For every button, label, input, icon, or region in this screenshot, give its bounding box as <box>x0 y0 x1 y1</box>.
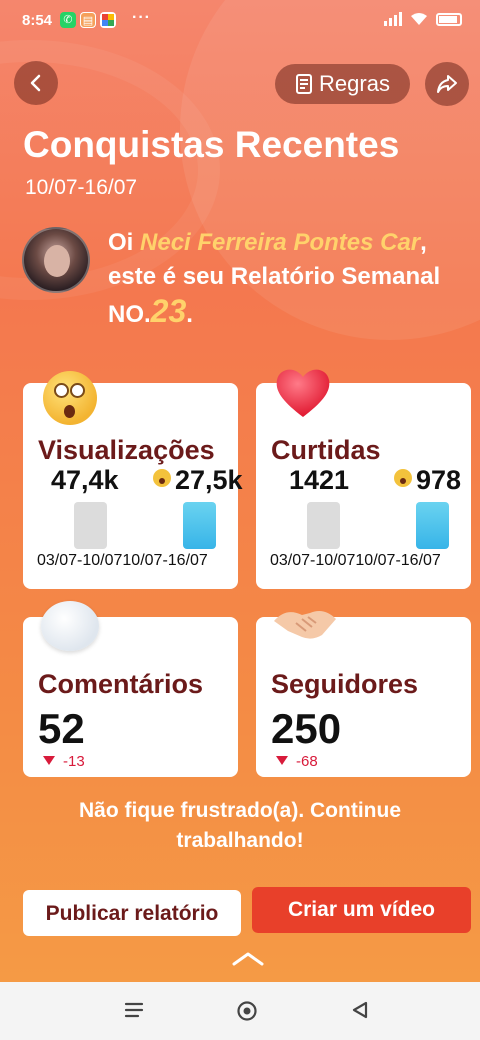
likes-curr-bar <box>416 502 449 549</box>
likes-card[interactable]: Curtidas 1421 978 03/07-10/0710/07-16/07 <box>256 369 471 589</box>
views-card[interactable]: Visualizações 47,4k 27,5k 03/07-10/0710/… <box>23 371 243 589</box>
views-curr-value: 27,5k <box>175 465 243 495</box>
signal-icon <box>384 12 402 26</box>
rules-label: Regras <box>319 71 390 96</box>
greeting-text: Oi Neci Ferreira Pontes Car, este é seu … <box>108 226 468 332</box>
views-bar-dates: 03/07-10/0710/07-16/07 <box>37 552 208 570</box>
status-right <box>384 12 462 26</box>
views-stats: 47,4k 27,5k <box>23 465 243 499</box>
views-prev-bar <box>74 502 107 549</box>
whatsapp-icon: ✆ <box>60 12 76 28</box>
comments-label: Comentários <box>38 669 204 699</box>
likes-prev-bar <box>307 502 340 549</box>
greeting-prefix: Oi <box>108 229 141 256</box>
heart-icon <box>276 369 330 417</box>
notification-icons: ✆ ▤ <box>60 12 116 28</box>
down-arrow-icon <box>43 756 55 765</box>
views-curr-dates: 10/07-16/07 <box>122 552 208 569</box>
followers-delta: -68 <box>276 753 318 770</box>
comments-delta: -13 <box>43 753 85 770</box>
status-bar: 8:54 ✆ ▤ ··· <box>0 0 480 44</box>
create-video-label: Criar um vídeo <box>287 898 436 921</box>
surprised-emoji-icon <box>43 371 97 425</box>
wifi-icon <box>411 13 427 25</box>
system-nav-bar <box>0 982 480 1040</box>
down-arrow-icon <box>276 756 288 765</box>
more-notifications-icon: ··· <box>132 9 151 26</box>
app-notification-icon: ▤ <box>80 12 96 28</box>
photos-icon <box>100 12 116 28</box>
user-name: Neci Ferreira Pontes Car <box>140 229 421 256</box>
home-icon[interactable] <box>236 1000 258 1022</box>
share-button[interactable] <box>425 62 469 106</box>
document-icon <box>296 74 313 94</box>
followers-delta-value: -68 <box>296 753 318 770</box>
page-title: Conquistas Recentes <box>23 124 400 165</box>
report-date-range: 10/07-16/07 <box>25 176 138 199</box>
views-curr-bar <box>183 502 216 549</box>
greeting-suffix: . <box>186 301 193 328</box>
followers-label: Seguidores <box>271 669 419 699</box>
likes-label: Curtidas <box>271 435 381 465</box>
likes-prev-value: 1421 <box>289 465 350 495</box>
back-button[interactable] <box>14 61 58 105</box>
likes-curr-value: 978 <box>416 465 462 495</box>
publish-report-button[interactable]: Publicar relatório <box>23 890 241 936</box>
handshake-icon <box>274 611 336 639</box>
likes-curr-dates: 10/07-16/07 <box>355 552 441 569</box>
followers-card[interactable]: Seguidores 250 -68 <box>256 611 471 777</box>
create-video-button[interactable]: Criar um vídeo <box>252 887 471 933</box>
back-nav-icon[interactable] <box>350 1000 370 1020</box>
views-prev-dates: 03/07-10/07 <box>37 552 123 569</box>
rules-button[interactable]: Regras <box>275 64 410 104</box>
battery-icon <box>436 12 462 26</box>
share-icon <box>437 75 457 93</box>
surprised-emoji-icon <box>394 469 412 487</box>
views-prev-value: 47,4k <box>51 465 119 495</box>
chevron-left-icon <box>30 74 41 92</box>
menu-icon[interactable] <box>124 1000 144 1020</box>
surprised-emoji-icon <box>153 469 171 487</box>
comments-delta-value: -13 <box>63 753 85 770</box>
status-time: 8:54 <box>22 12 53 29</box>
report-screen: 8:54 ✆ ▤ ··· Regras Conquistas Recentes … <box>0 0 480 982</box>
chevron-up-icon[interactable] <box>230 950 266 968</box>
speech-bubble-icon <box>41 601 99 651</box>
avatar[interactable] <box>22 227 90 293</box>
views-curr: 27,5k <box>153 465 243 496</box>
likes-prev-dates: 03/07-10/07 <box>270 552 356 569</box>
comments-card[interactable]: Comentários 52 -13 <box>23 601 238 777</box>
likes-curr: 978 <box>394 465 461 496</box>
report-number: 23 <box>150 293 187 329</box>
encouragement-message: Não fique frustrado(a). Continue trabalh… <box>79 799 401 852</box>
likes-bar-dates: 03/07-10/0710/07-16/07 <box>270 552 441 570</box>
views-label: Visualizações <box>38 435 215 465</box>
followers-value: 250 <box>271 705 342 752</box>
comments-value: 52 <box>38 705 85 752</box>
likes-stats: 1421 978 <box>256 465 471 499</box>
